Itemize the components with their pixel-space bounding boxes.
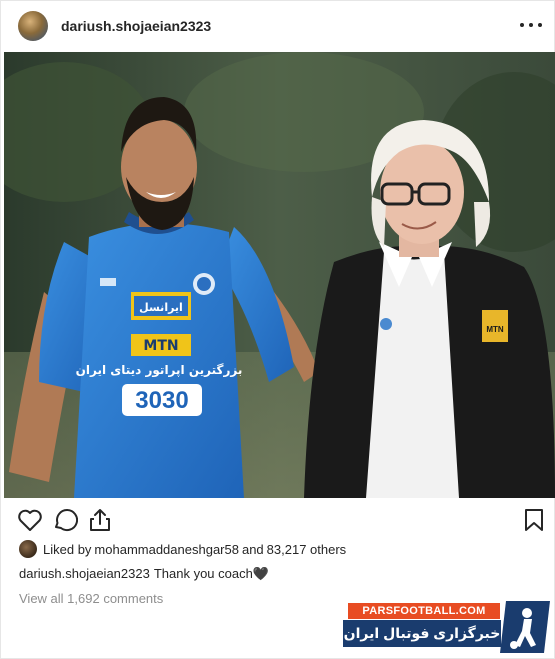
liker-avatar[interactable]	[19, 540, 37, 558]
jersey-number: 3030	[135, 387, 188, 414]
share-icon[interactable]	[87, 507, 113, 533]
likes-line: Liked by mohammaddaneshgar58 and 83,217 …	[19, 539, 346, 559]
watermark-tagline: خبرگزاری فوتبال ایران	[343, 620, 501, 647]
coach-badge: MTN	[486, 325, 504, 334]
avatar[interactable]	[18, 11, 48, 41]
post-actions	[1, 503, 555, 537]
view-comments-link[interactable]: View all 1,692 comments	[19, 591, 163, 606]
post-caption: dariush.shojaeian2323 Thank you coach🖤	[19, 566, 269, 582]
likes-joiner: and	[241, 541, 264, 557]
likes-others[interactable]: 83,217 others	[267, 542, 347, 557]
post-username[interactable]: dariush.shojaeian2323	[61, 18, 211, 34]
comment-icon[interactable]	[52, 507, 78, 533]
liker-username[interactable]: mohammaddaneshgar58	[94, 542, 239, 557]
more-icon[interactable]	[520, 15, 542, 35]
jersey-text: بزرگترین اپراتور دیتای ایران	[76, 363, 243, 378]
instagram-post: dariush.shojaeian2323 ایرانسل MTN بزرگتر…	[0, 0, 555, 659]
post-photo[interactable]: ایرانسل MTN بزرگترین اپراتور دیتای ایران…	[4, 52, 555, 498]
heart-icon[interactable]	[17, 507, 43, 533]
caption-username[interactable]: dariush.shojaeian2323	[19, 566, 150, 581]
watermark-site: PARSFOOTBALL.COM	[348, 603, 500, 619]
jersey-sponsor-brand: MTN	[143, 338, 178, 354]
likes-prefix: Liked by	[43, 541, 92, 557]
watermark-logo-icon	[500, 601, 550, 653]
bookmark-icon[interactable]	[521, 507, 547, 533]
caption-text: Thank you coach🖤	[153, 566, 270, 581]
jersey-sponsor-top: ایرانسل	[139, 301, 183, 314]
parsfootball-watermark: PARSFOOTBALL.COM خبرگزاری فوتبال ایران	[340, 601, 552, 656]
post-header: dariush.shojaeian2323	[1, 1, 555, 51]
